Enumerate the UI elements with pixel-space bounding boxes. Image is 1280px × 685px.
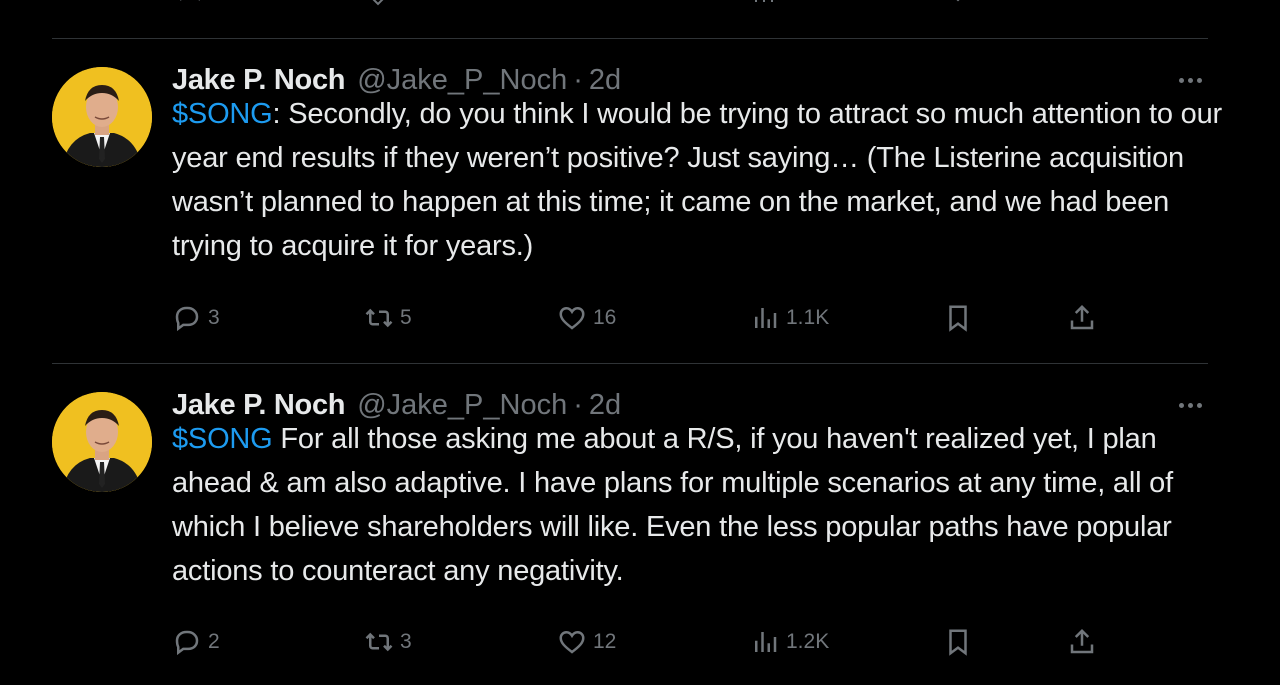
reply-count: 2 (208, 630, 220, 653)
repost-count: 5 (400, 306, 412, 329)
share-button[interactable] (1067, 298, 1097, 338)
cashtag-link[interactable]: $SONG (172, 423, 273, 455)
avatar[interactable] (52, 67, 152, 167)
partial-icon (372, 0, 384, 6)
avatar[interactable] (52, 392, 152, 492)
tweet-text: $SONG For all those asking me about a R/… (172, 417, 1222, 593)
partial-icon (755, 0, 773, 2)
cashtag-link[interactable]: $SONG (172, 98, 273, 130)
like-count: 12 (593, 630, 617, 653)
reply-count: 3 (208, 306, 220, 329)
partial-icon (1070, 0, 1094, 6)
partial-action-row (0, 0, 1280, 6)
bookmark-button[interactable] (943, 622, 973, 662)
partial-icon (956, 0, 960, 2)
avatar-portrait (52, 392, 152, 492)
views-button[interactable]: 1.1K (750, 298, 829, 338)
bar-chart-icon (755, 632, 777, 652)
bookmark-button[interactable] (943, 298, 973, 338)
views-button[interactable]: 1.2K (750, 622, 829, 662)
repost-arrows-icon (365, 308, 393, 328)
more-dots-icon[interactable] (1172, 68, 1208, 92)
bookmark-icon (949, 305, 967, 332)
tweet-body-text: For all those asking me about a R/S, if … (172, 423, 1173, 587)
divider (52, 38, 1208, 39)
reply-button[interactable]: 2 (172, 622, 220, 662)
view-count: 1.2K (786, 630, 830, 653)
tweet-body-text: : Secondly, do you think I would be tryi… (172, 98, 1222, 262)
tweet-text: $SONG: Secondly, do you think I would be… (172, 92, 1222, 268)
share-button[interactable] (1067, 622, 1097, 662)
avatar-portrait (52, 67, 152, 167)
action-bar: 3 5 16 1.1K (0, 298, 1280, 338)
like-count: 16 (593, 306, 617, 329)
partial-icon (560, 0, 584, 6)
bookmark-icon (949, 629, 967, 656)
repost-button[interactable]: 3 (364, 622, 412, 662)
action-bar: 2 3 12 1.2K (0, 622, 1280, 662)
heart-icon (559, 630, 585, 654)
speech-bubble-icon (175, 306, 199, 332)
heart-icon (559, 306, 585, 330)
reply-button[interactable]: 3 (172, 298, 220, 338)
more-dots-icon[interactable] (1172, 393, 1208, 417)
bar-chart-icon (755, 308, 777, 328)
like-button[interactable]: 16 (557, 298, 616, 338)
repost-button[interactable]: 5 (364, 298, 412, 338)
share-upload-icon (1070, 628, 1094, 654)
divider (52, 363, 1208, 364)
view-count: 1.1K (786, 306, 830, 329)
speech-bubble-icon (175, 630, 199, 656)
partial-icon (180, 0, 200, 1)
share-upload-icon (1070, 304, 1094, 330)
repost-count: 3 (400, 630, 412, 653)
like-button[interactable]: 12 (557, 622, 616, 662)
repost-arrows-icon (365, 632, 393, 652)
